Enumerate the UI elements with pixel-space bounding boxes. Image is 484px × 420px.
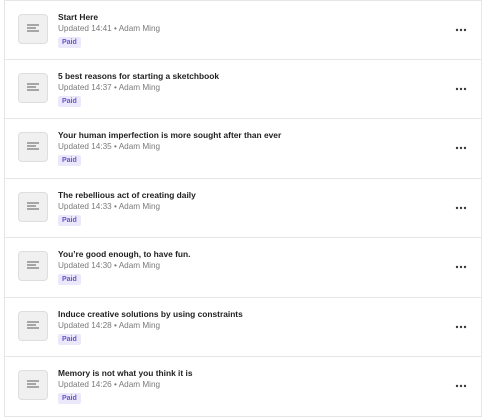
meta-separator: • — [111, 82, 119, 92]
more-horizontal-icon[interactable] — [454, 381, 468, 391]
document-icon — [18, 14, 48, 44]
document-icon — [18, 310, 48, 341]
post-author: Adam Ming — [118, 24, 161, 33]
post-title[interactable]: Your human imperfection is more sought a… — [58, 130, 281, 140]
paid-badge: Paid — [58, 155, 81, 166]
meta-separator: • — [111, 142, 119, 151]
document-icon — [18, 72, 48, 103]
post-meta: Updated 14:37 • Adam Ming — [58, 83, 160, 92]
more-horizontal-icon[interactable] — [454, 203, 468, 213]
paid-badge: Paid — [58, 393, 81, 404]
document-icon — [18, 251, 48, 281]
post-title[interactable]: You’re good enough, to have fun. — [58, 249, 190, 259]
post-title[interactable]: Start Here — [58, 12, 98, 22]
meta-separator: • — [111, 201, 119, 211]
post-updated: Updated 14:26 — [58, 380, 112, 389]
post-row[interactable]: Induce creative solutions by using const… — [5, 298, 481, 357]
post-row[interactable]: Memory is not what you think it is Updat… — [5, 357, 481, 417]
more-horizontal-icon[interactable] — [454, 25, 468, 35]
post-row[interactable]: The rebellious act of creating daily Upd… — [5, 179, 481, 238]
more-horizontal-icon[interactable] — [454, 262, 468, 272]
post-title[interactable]: The rebellious act of creating daily — [58, 190, 196, 200]
meta-separator: • — [111, 380, 119, 389]
post-meta: Updated 14:41 • Adam Ming — [58, 24, 160, 33]
post-updated: Updated 14:37 — [58, 82, 112, 92]
meta-separator: • — [111, 24, 119, 33]
document-icon — [18, 370, 48, 400]
post-list: Start Here Updated 14:41 • Adam Ming Pai… — [4, 0, 482, 417]
paid-badge: Paid — [58, 274, 81, 285]
post-meta: Updated 14:30 • Adam Ming — [58, 261, 160, 270]
post-meta: Updated 14:33 • Adam Ming — [58, 202, 160, 211]
post-row[interactable]: You’re good enough, to have fun. Updated… — [5, 238, 481, 298]
document-icon — [18, 132, 48, 162]
more-horizontal-icon[interactable] — [454, 143, 468, 153]
post-author: Adam Ming — [118, 201, 161, 211]
post-row[interactable]: 5 best reasons for starting a sketchbook… — [5, 60, 481, 119]
post-title[interactable]: Induce creative solutions by using const… — [58, 309, 243, 319]
post-updated: Updated 14:28 — [58, 320, 112, 330]
post-meta: Updated 14:26 • Adam Ming — [58, 380, 160, 389]
post-updated: Updated 14:35 — [58, 142, 112, 151]
more-horizontal-icon[interactable] — [454, 84, 468, 94]
paid-badge: Paid — [58, 37, 81, 48]
post-title[interactable]: Memory is not what you think it is — [58, 368, 192, 378]
post-meta: Updated 14:28 • Adam Ming — [58, 321, 160, 330]
post-updated: Updated 14:30 — [58, 261, 112, 270]
post-author: Adam Ming — [118, 82, 161, 92]
post-author: Adam Ming — [118, 320, 161, 330]
post-row[interactable]: Your human imperfection is more sought a… — [5, 119, 481, 179]
post-title[interactable]: 5 best reasons for starting a sketchbook — [58, 71, 219, 81]
post-meta: Updated 14:35 • Adam Ming — [58, 142, 160, 151]
meta-separator: • — [111, 320, 119, 330]
paid-badge: Paid — [58, 333, 81, 345]
meta-separator: • — [111, 261, 119, 270]
paid-badge: Paid — [58, 95, 81, 107]
document-icon — [18, 191, 48, 222]
post-row[interactable]: Start Here Updated 14:41 • Adam Ming Pai… — [5, 0, 481, 60]
paid-badge: Paid — [58, 214, 81, 226]
more-horizontal-icon[interactable] — [454, 322, 468, 332]
post-author: Adam Ming — [118, 142, 161, 151]
post-updated: Updated 14:33 — [58, 201, 112, 211]
post-updated: Updated 14:41 — [58, 24, 112, 33]
post-author: Adam Ming — [118, 261, 161, 270]
post-author: Adam Ming — [118, 380, 161, 389]
